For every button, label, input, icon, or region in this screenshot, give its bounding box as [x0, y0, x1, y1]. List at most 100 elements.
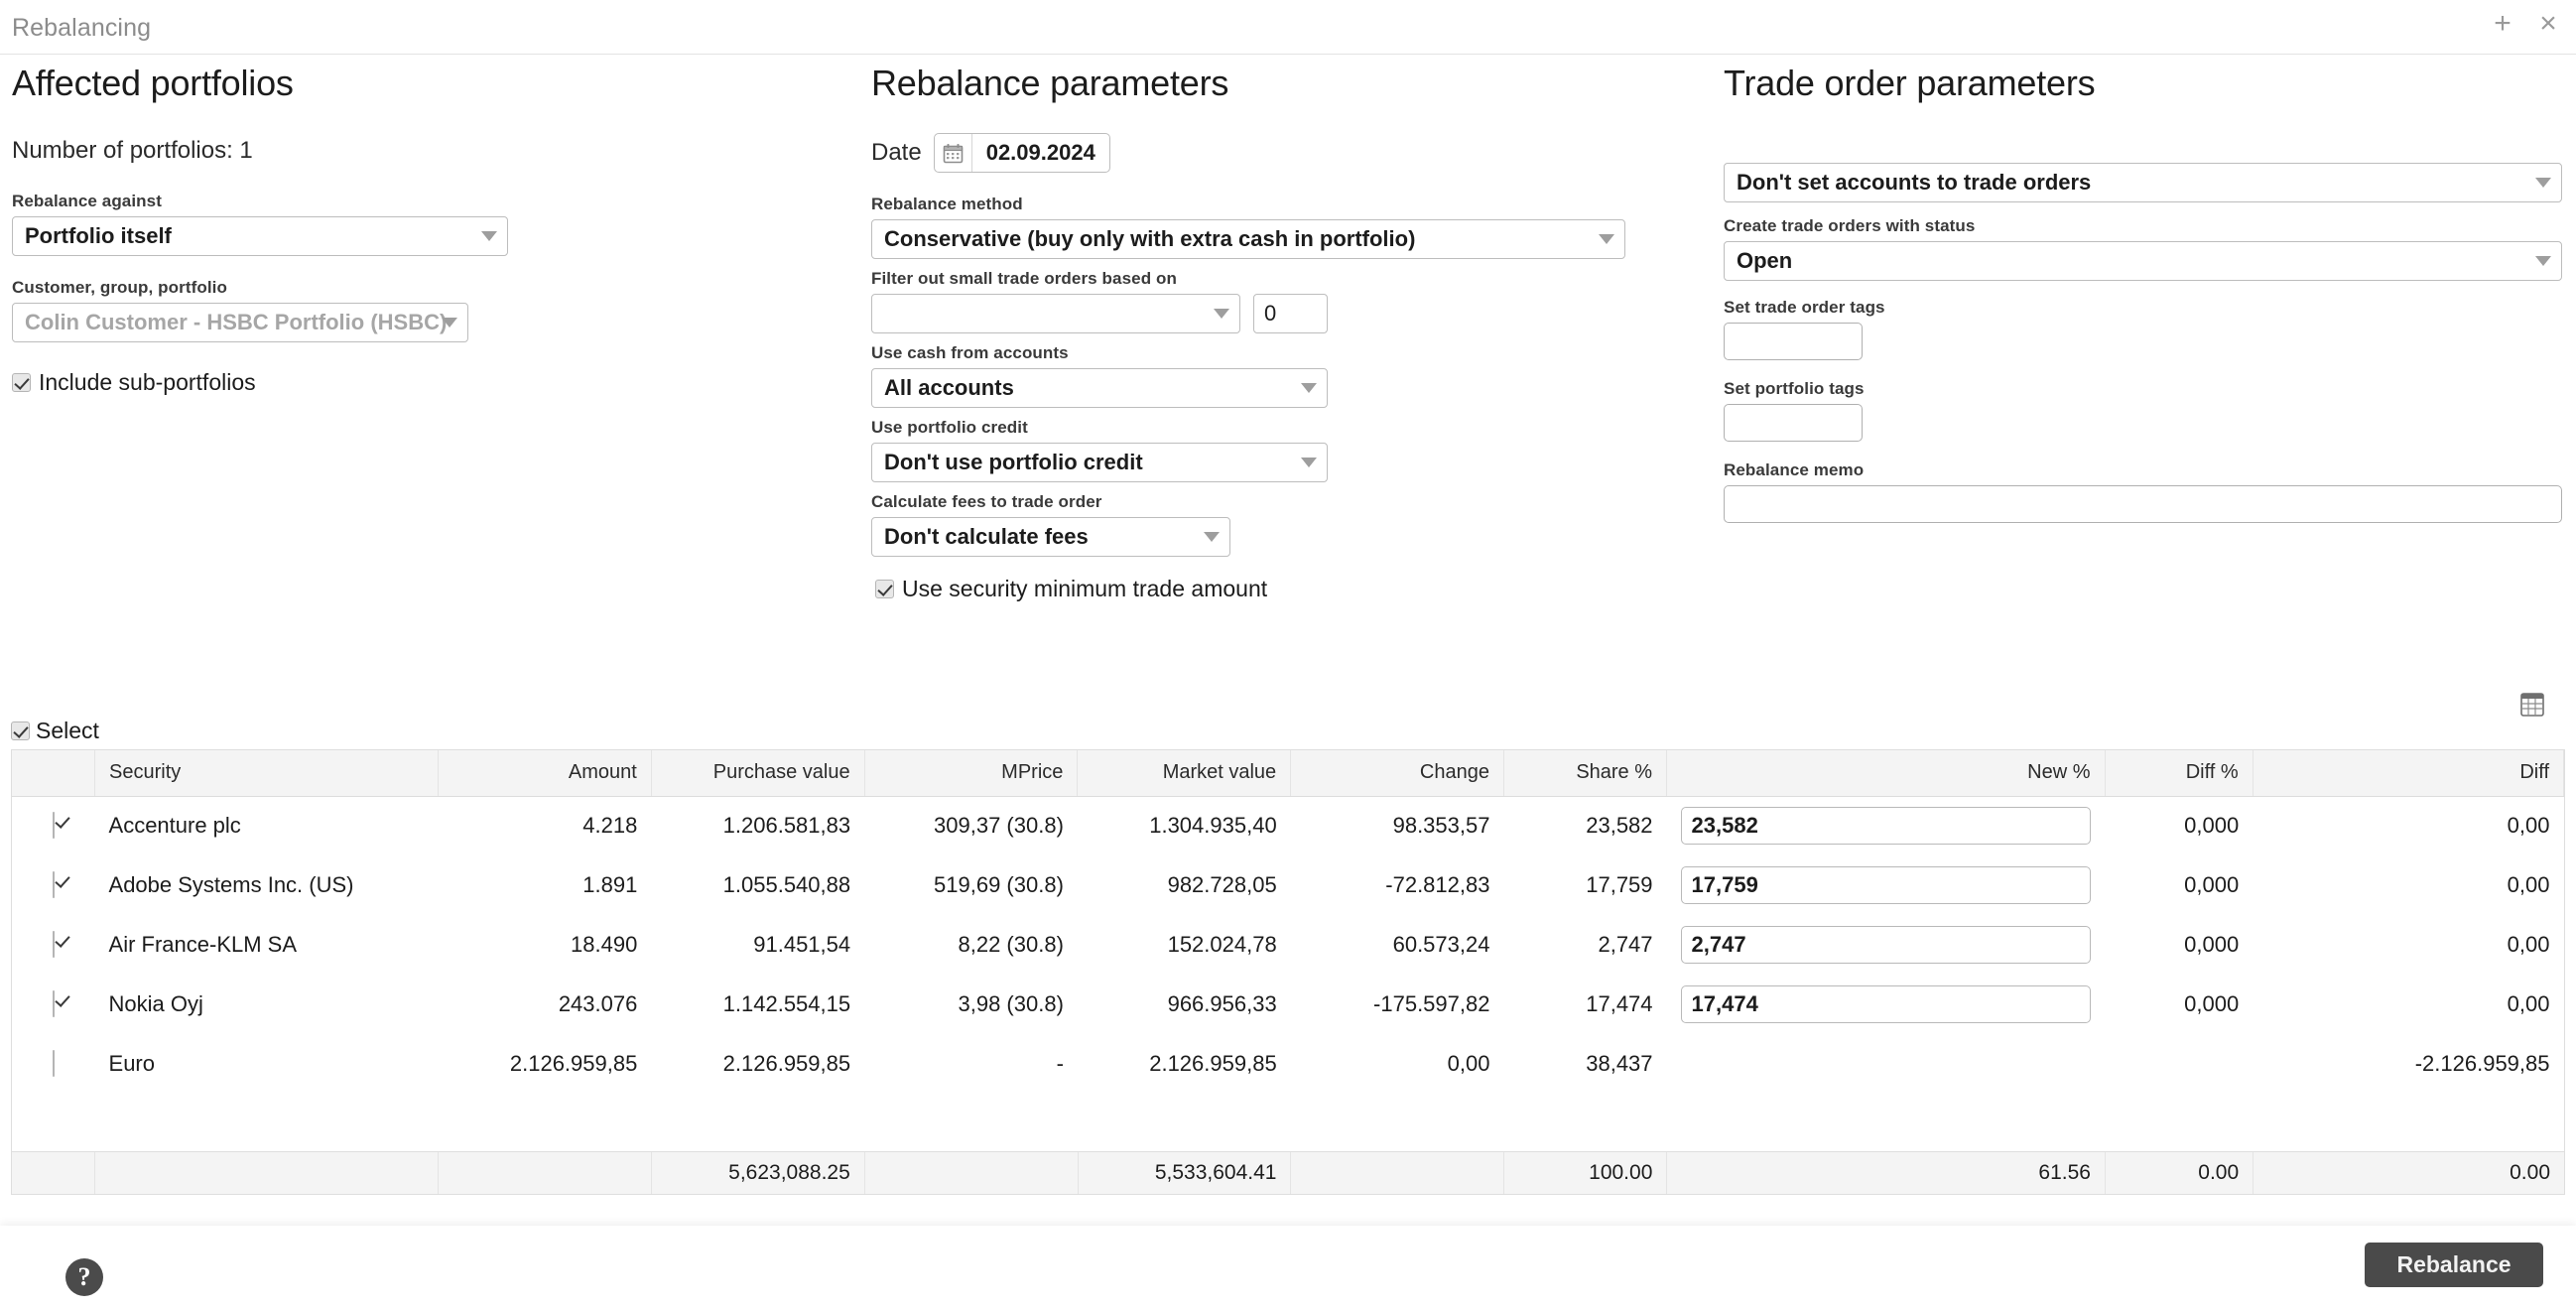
new-pct-input[interactable]: 17,759	[1680, 866, 2092, 904]
affected-portfolios-column: Affected portfolios Number of portfolios…	[12, 62, 508, 396]
total-change	[1290, 1152, 1505, 1194]
cell-new-pct[interactable]: 2,747	[1667, 915, 2106, 975]
row-select-cell[interactable]	[12, 1034, 95, 1094]
row-select-cell[interactable]	[12, 855, 95, 915]
portfolio-tags-label: Set portfolio tags	[1724, 379, 1865, 398]
select-all-row[interactable]: Select	[11, 718, 99, 744]
use-cash-accounts-select[interactable]: All accounts	[871, 368, 1328, 408]
row-select-checkbox[interactable]	[52, 871, 55, 898]
table-row[interactable]: Adobe Systems Inc. (US) 1.891 1.055.540,88…	[12, 855, 2564, 915]
column-header-amount[interactable]: Amount	[438, 750, 652, 797]
calculate-fees-value: Don't calculate fees	[884, 524, 1089, 549]
new-pct-input[interactable]: 17,474	[1680, 985, 2092, 1023]
select-all-label: Select	[36, 718, 99, 743]
row-select-checkbox[interactable]	[52, 1050, 55, 1077]
column-header-market-value[interactable]: Market value	[1077, 750, 1292, 797]
customer-group-portfolio-select[interactable]: Colin Customer - HSBC Portfolio (HSBC)	[12, 303, 468, 342]
rebalance-against-select[interactable]: Portfolio itself	[12, 216, 508, 256]
column-header-mprice[interactable]: MPrice	[864, 750, 1079, 797]
cell-share-pct: 17,474	[1586, 991, 1653, 1016]
include-sub-portfolios-row[interactable]: Include sub-portfolios	[12, 369, 508, 396]
row-select-checkbox[interactable]	[52, 990, 55, 1017]
table-row[interactable]: Euro 2.126.959,85 2.126.959,85-2.126.959,8…	[12, 1034, 2564, 1094]
footer-bar	[0, 1226, 2576, 1310]
row-select-checkbox[interactable]	[52, 812, 55, 840]
total-checkbox-cell	[12, 1152, 96, 1194]
cell-diff-pct: 0,000	[2184, 991, 2240, 1016]
new-pct-input[interactable]: 23,582	[1680, 807, 2092, 846]
close-icon[interactable]: ×	[2534, 9, 2562, 39]
portfolio-credit-label: Use portfolio credit	[871, 418, 1028, 437]
table-row[interactable]: Nokia Oyj 243.076 1.142.554,15 3,98 (30.8) 9…	[12, 975, 2564, 1034]
column-header-share-pct[interactable]: Share %	[1503, 750, 1668, 797]
cell-security: Adobe Systems Inc. (US)	[108, 872, 354, 897]
cell-new-pct[interactable]: 17,759	[1667, 855, 2106, 915]
total-diff-pct: 0.00	[2105, 1152, 2254, 1194]
cell-market-value: 152.024,78	[1167, 932, 1277, 957]
date-picker[interactable]: 02.09.2024	[933, 133, 1110, 173]
chevron-down-icon	[481, 231, 497, 241]
cell-change: 60.573,24	[1392, 932, 1490, 957]
spreadsheet-export-icon[interactable]	[2519, 692, 2545, 718]
cell-change: -72.812,83	[1385, 872, 1490, 897]
table-row[interactable]: Air France-KLM SA 18.490 91.451,54 8,22 (30…	[12, 915, 2564, 975]
column-header-new-pct[interactable]: New %	[1666, 750, 2106, 797]
column-header-security[interactable]: Security	[94, 750, 440, 797]
cell-new-pct[interactable]: 17,474	[1667, 975, 2106, 1034]
calendar-icon[interactable]	[935, 134, 972, 172]
cell-new-pct	[1667, 1034, 2106, 1094]
chevron-down-icon	[1599, 234, 1614, 244]
cell-amount: 4.218	[582, 813, 638, 839]
cell-change: -175.597,82	[1373, 991, 1490, 1016]
cell-diff: 0,00	[2507, 813, 2550, 839]
table-row[interactable]: Accenture plc 4.218 1.206.581,83 309,37 (30…	[12, 796, 2564, 855]
include-sub-portfolios-checkbox[interactable]	[12, 373, 31, 392]
total-mprice	[864, 1152, 1079, 1194]
total-diff: 0.00	[2253, 1152, 2564, 1194]
cell-purchase-value: 1.055.540,88	[722, 872, 851, 897]
column-header-change[interactable]: Change	[1290, 750, 1504, 797]
chevron-down-icon	[2535, 178, 2551, 188]
calculate-fees-select[interactable]: Don't calculate fees	[871, 517, 1230, 557]
filter-amount-input[interactable]: 0	[1253, 294, 1328, 333]
row-select-cell[interactable]	[12, 915, 95, 975]
rebalance-method-select[interactable]: Conservative (buy only with extra cash i…	[871, 219, 1625, 259]
min-trade-amount-checkbox[interactable]	[875, 580, 894, 598]
filter-small-orders-select[interactable]	[871, 294, 1240, 333]
rebalance-memo-input[interactable]	[1724, 485, 2562, 523]
portfolio-credit-select[interactable]: Don't use portfolio credit	[871, 443, 1328, 482]
row-select-cell[interactable]	[12, 796, 95, 855]
help-icon[interactable]: ?	[65, 1258, 103, 1296]
cell-new-pct[interactable]: 23,582	[1667, 796, 2106, 855]
calculate-fees-label: Calculate fees to trade order	[871, 492, 1102, 511]
cell-diff-pct: 0,000	[2184, 813, 2240, 839]
new-pct-input[interactable]: 2,747	[1680, 926, 2092, 964]
portfolio-credit-value: Don't use portfolio credit	[884, 450, 1143, 474]
total-market-value: 5,533,604.41	[1078, 1152, 1292, 1194]
set-accounts-select[interactable]: Don't set accounts to trade orders	[1724, 163, 2562, 202]
select-all-checkbox[interactable]	[11, 721, 30, 740]
cell-mprice: 3,98 (30.8)	[958, 991, 1064, 1016]
trade-order-status-select[interactable]: Open	[1724, 241, 2562, 281]
portfolio-tags-input[interactable]	[1724, 404, 1863, 442]
number-of-portfolios: Number of portfolios: 1	[12, 137, 253, 164]
customer-group-portfolio-value: Colin Customer - HSBC Portfolio (HSBC)	[25, 310, 448, 334]
min-trade-amount-row[interactable]: Use security minimum trade amount	[875, 576, 1645, 602]
cell-mprice: -	[1056, 1051, 1064, 1076]
cell-security: Nokia Oyj	[108, 991, 203, 1016]
add-icon[interactable]: +	[2489, 9, 2516, 39]
filter-small-orders-label: Filter out small trade orders based on	[871, 269, 1177, 288]
use-cash-accounts-label: Use cash from accounts	[871, 343, 1069, 362]
cell-mprice: 519,69 (30.8)	[934, 872, 1064, 897]
cell-security: Air France-KLM SA	[108, 932, 298, 957]
column-header-diff-pct[interactable]: Diff %	[2105, 750, 2254, 797]
date-value[interactable]: 02.09.2024	[972, 134, 1109, 172]
cell-purchase-value: 1.206.581,83	[722, 813, 851, 839]
row-select-cell[interactable]	[12, 975, 95, 1034]
customer-group-portfolio-label: Customer, group, portfolio	[12, 278, 227, 297]
column-header-diff[interactable]: Diff	[2253, 750, 2565, 797]
column-header-purchase-value[interactable]: Purchase value	[651, 750, 865, 797]
trade-order-tags-input[interactable]	[1724, 323, 1863, 360]
rebalance-button[interactable]: Rebalance	[2365, 1243, 2543, 1287]
row-select-checkbox[interactable]	[52, 931, 55, 958]
